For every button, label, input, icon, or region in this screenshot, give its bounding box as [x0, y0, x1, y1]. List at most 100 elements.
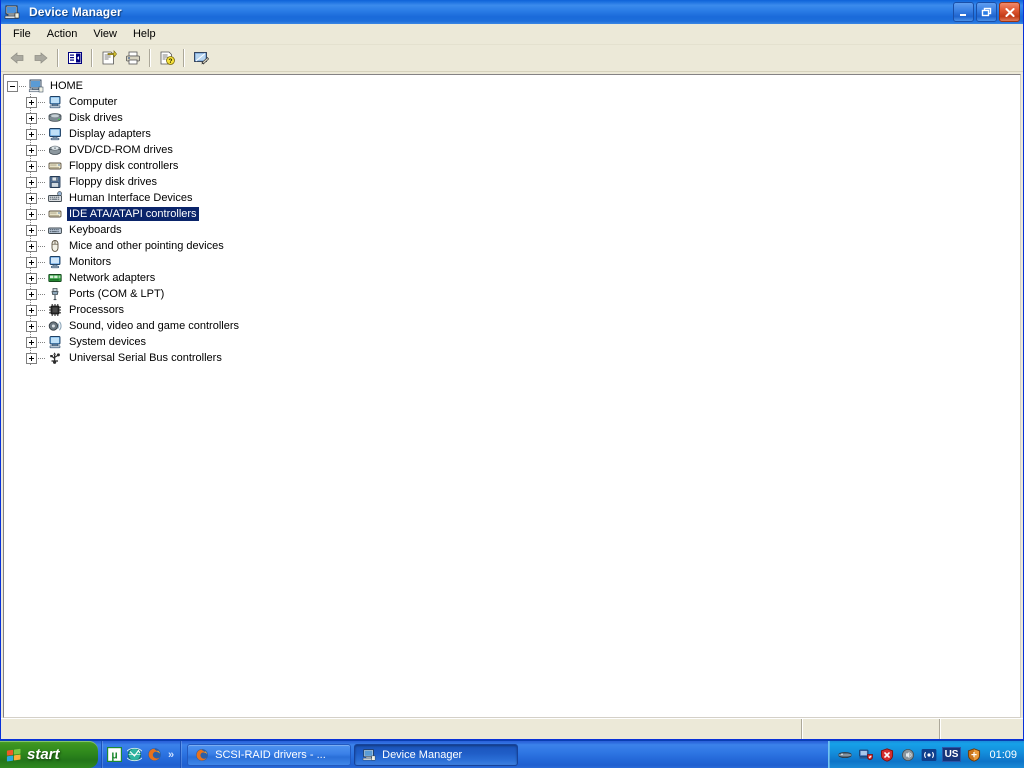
network-shield-icon[interactable] — [858, 747, 874, 763]
tree-root-home[interactable]: HOME — [4, 78, 1020, 94]
expander-plus-icon[interactable] — [26, 240, 37, 252]
network-connection-icon[interactable] — [837, 747, 853, 763]
close-button[interactable] — [999, 2, 1020, 22]
firefox-icon[interactable] — [146, 747, 162, 763]
tree-item-monitors[interactable]: Monitors — [4, 254, 1020, 270]
status-panel-second — [801, 719, 939, 739]
tree-item-computer[interactable]: Computer — [4, 94, 1020, 110]
quick-launch-bar: µ » — [101, 741, 180, 768]
tree-item-dvd-cdrom-drives[interactable]: DVD/CD-ROM drives — [4, 142, 1020, 158]
expander-plus-icon[interactable] — [26, 320, 37, 332]
expander-plus-icon[interactable] — [26, 96, 37, 108]
expander-plus-icon[interactable] — [26, 288, 37, 300]
security-alert-icon[interactable] — [879, 747, 895, 763]
expander-plus-icon[interactable] — [26, 112, 37, 124]
system-tray: US 01:09 — [827, 741, 1024, 768]
monitor-icon — [47, 254, 63, 270]
tree-item-human-interface-devices[interactable]: Human Interface Devices — [4, 190, 1020, 206]
firefox-icon — [194, 747, 210, 763]
expander-plus-icon[interactable] — [26, 304, 37, 316]
mouse-icon — [47, 238, 63, 254]
tree-item-sound-video-and-game-controllers[interactable]: Sound, video and game controllers — [4, 318, 1020, 334]
tree-item-keyboards[interactable]: Keyboards — [4, 222, 1020, 238]
tree-item-ide-ata-atapi-controllers[interactable]: IDE ATA/ATAPI controllers — [4, 206, 1020, 222]
forward-arrow-icon[interactable] — [29, 47, 52, 69]
tree-connector — [38, 117, 46, 119]
taskbar-button-firefox[interactable]: SCSI-RAID drivers - ... — [187, 743, 352, 766]
expander-plus-icon[interactable] — [26, 256, 37, 268]
expander-plus-icon[interactable] — [26, 144, 37, 156]
tree-connector — [38, 149, 46, 151]
floppy-drive-icon — [47, 174, 63, 190]
start-button[interactable]: start — [0, 741, 98, 768]
menu-file[interactable]: File — [5, 25, 39, 43]
help-properties-icon[interactable]: ? — [155, 47, 178, 69]
tree-item-floppy-disk-drives[interactable]: Floppy disk drives — [4, 174, 1020, 190]
expander-plus-icon[interactable] — [26, 336, 37, 348]
back-arrow-icon[interactable] — [5, 47, 28, 69]
menu-action[interactable]: Action — [39, 25, 86, 43]
tree-root-label: HOME — [50, 80, 83, 92]
teal-globe-icon[interactable] — [126, 747, 142, 763]
tree-connector — [38, 229, 46, 231]
tree-connector — [38, 245, 46, 247]
computer-node-icon — [47, 94, 63, 110]
security-center-icon[interactable] — [966, 747, 982, 763]
tree-item-label: Human Interface Devices — [69, 192, 193, 204]
tree-item-label: Disk drives — [69, 112, 123, 124]
menu-view[interactable]: View — [85, 25, 125, 43]
device-tree[interactable]: HOME Computer Disk drives Display adapte… — [3, 74, 1021, 718]
tree-connector — [38, 101, 46, 103]
expander-plus-icon[interactable] — [26, 192, 37, 204]
tree-item-label: Processors — [69, 304, 125, 316]
tree-item-network-adapters[interactable]: Network adapters — [4, 270, 1020, 286]
language-indicator[interactable]: US — [941, 747, 962, 762]
tree-connector — [38, 325, 46, 327]
utorrent-icon[interactable]: µ — [106, 747, 122, 763]
expander-plus-icon[interactable] — [26, 272, 37, 284]
tree-connector — [38, 277, 46, 279]
menu-bar: File Action View Help — [1, 24, 1023, 45]
quick-launch-overflow-chevron-icon[interactable]: » — [166, 749, 176, 761]
taskbar-button-label: SCSI-RAID drivers - ... — [215, 748, 326, 761]
expander-plus-icon[interactable] — [26, 128, 37, 140]
tree-item-floppy-disk-controllers[interactable]: Floppy disk controllers — [4, 158, 1020, 174]
menu-help[interactable]: Help — [125, 25, 164, 43]
volume-icon[interactable] — [900, 747, 916, 763]
tree-connector — [38, 309, 46, 311]
title-bar[interactable]: Device Manager — [1, 0, 1023, 24]
tree-item-mice-and-other-pointing-devices[interactable]: Mice and other pointing devices — [4, 238, 1020, 254]
expander-plus-icon[interactable] — [26, 208, 37, 220]
taskbar-clock[interactable]: 01:09 — [989, 749, 1017, 761]
restore-button[interactable] — [976, 2, 997, 22]
tree-item-label: Keyboards — [69, 224, 122, 236]
tree-item-universal-serial-bus-controllers[interactable]: Universal Serial Bus controllers — [4, 350, 1020, 366]
tree-connector — [38, 293, 46, 295]
expander-minus-icon[interactable] — [7, 80, 18, 92]
print-icon[interactable] — [121, 47, 144, 69]
wireless-icon[interactable] — [921, 747, 937, 763]
tree-item-processors[interactable]: Processors — [4, 302, 1020, 318]
scan-hardware-changes-icon[interactable] — [189, 47, 212, 69]
properties-icon[interactable] — [97, 47, 120, 69]
port-icon — [47, 286, 63, 302]
tree-item-ports-com-lpt[interactable]: Ports (COM & LPT) — [4, 286, 1020, 302]
expander-plus-icon[interactable] — [26, 160, 37, 172]
tree-item-disk-drives[interactable]: Disk drives — [4, 110, 1020, 126]
tree-item-display-adapters[interactable]: Display adapters — [4, 126, 1020, 142]
cdrom-icon — [47, 142, 63, 158]
disk-drive-icon — [47, 110, 63, 126]
tree-connector — [38, 165, 46, 167]
tree-connector — [38, 261, 46, 263]
show-hide-console-tree-icon[interactable] — [63, 47, 86, 69]
tree-item-label: Floppy disk drives — [69, 176, 158, 188]
display-adapter-icon — [47, 126, 63, 142]
tree-item-system-devices[interactable]: System devices — [4, 334, 1020, 350]
device-manager-icon — [361, 747, 377, 763]
taskbar-button-device-manager[interactable]: Device Manager — [354, 743, 519, 766]
toolbar-separator — [183, 49, 185, 67]
minimize-button[interactable] — [953, 2, 974, 22]
expander-plus-icon[interactable] — [26, 224, 37, 236]
expander-plus-icon[interactable] — [26, 352, 37, 364]
expander-plus-icon[interactable] — [26, 176, 37, 188]
